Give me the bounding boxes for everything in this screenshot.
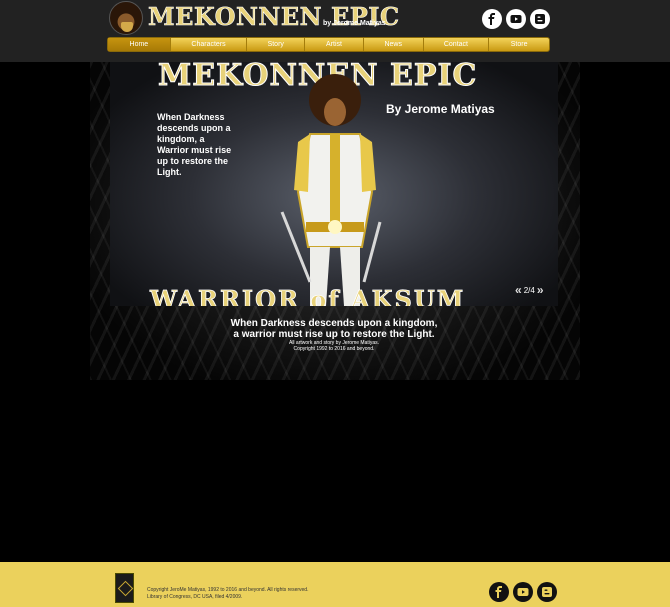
youtube-icon[interactable] [513, 582, 533, 602]
nav-item-contact[interactable]: Contact [424, 38, 490, 51]
footer-social-links [489, 582, 557, 602]
slide-prev-icon[interactable]: « [515, 283, 522, 297]
facebook-icon[interactable] [489, 582, 509, 602]
blogger-icon[interactable] [530, 9, 550, 29]
slide-counter: « 2/4 » [515, 283, 544, 297]
header-social-links [482, 9, 550, 29]
nav-item-store[interactable]: Store [489, 38, 549, 51]
footer-copyright-line: Copyright JeroMe Matiyas, 1992 to 2016 a… [147, 587, 309, 593]
caption-copyright: Copyright 1992 to 2016 and beyond. [293, 346, 375, 352]
nav-item-story[interactable]: Story [247, 38, 306, 51]
slideshow[interactable]: MEKONNEN EPIC By Jerome Matiyas When Dar… [110, 62, 558, 306]
slide-byline: By Jerome Matiyas [386, 102, 495, 116]
nav-item-news[interactable]: News [364, 38, 424, 51]
caption-line-2: a warrior must rise up to restore the Li… [233, 329, 435, 340]
blogger-icon[interactable] [537, 582, 557, 602]
site-header: MEKONNEN EPIC by Jerome Matiyas Home Cha… [0, 0, 670, 62]
site-footer: Copyright JeroMe Matiyas, 1992 to 2016 a… [0, 562, 670, 607]
nav-item-characters[interactable]: Characters [171, 38, 248, 51]
logo-avatar[interactable] [109, 1, 143, 35]
slide-tagline: When Darkness descends upon a kingdom, a… [157, 112, 232, 177]
slide-bottom-title: WARRIOR of AKSUM [150, 285, 466, 306]
youtube-icon[interactable] [506, 9, 526, 29]
facebook-icon[interactable] [482, 9, 502, 29]
caption-line-1: When Darkness descends upon a kingdom, [230, 318, 438, 329]
footer-copyright: Copyright JeroMe Matiyas, 1992 to 2016 a… [147, 587, 308, 601]
nav-item-artist[interactable]: Artist [305, 38, 364, 51]
slide-next-icon[interactable]: » [537, 283, 544, 297]
nav-item-home[interactable]: Home [108, 38, 171, 51]
slide-caption: When Darkness descends upon a kingdom, a… [110, 318, 558, 352]
warrior-illustration [280, 74, 382, 306]
footer-book-icon [115, 573, 134, 603]
slide-counter-label: 2/4 [523, 285, 535, 295]
site-logo-byline: by Jerome Matiyas [323, 20, 386, 27]
footer-library-line: Library of Congress, DC USA, filed 4/200… [147, 594, 243, 600]
main-nav: Home Characters Story Artist News Contac… [107, 37, 550, 52]
